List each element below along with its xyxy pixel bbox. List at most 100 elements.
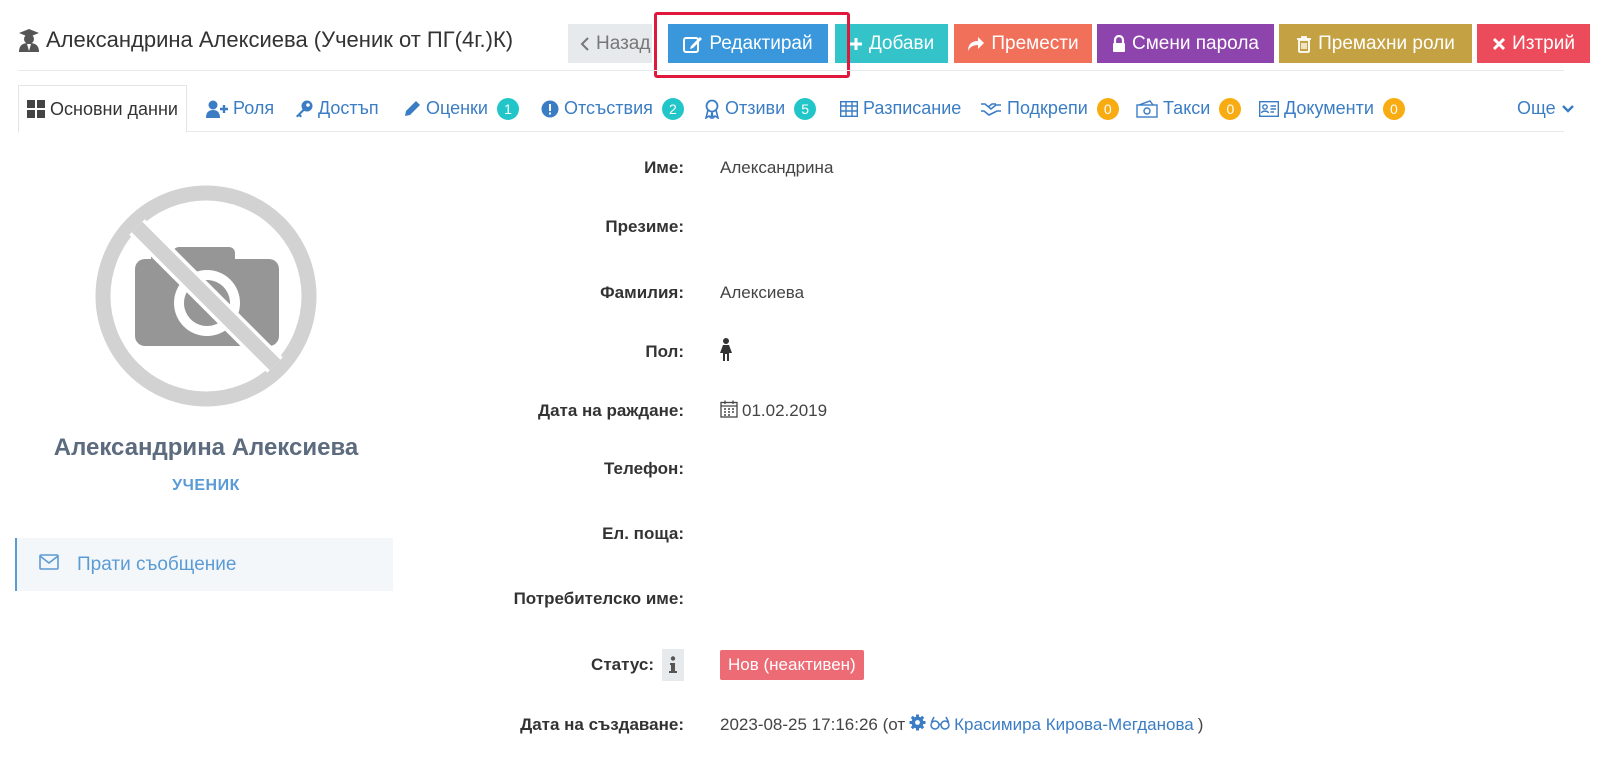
trash-icon <box>1296 35 1312 53</box>
share-arrow-icon <box>967 36 985 52</box>
grades-count-badge: 1 <box>497 97 519 120</box>
edit-icon <box>683 34 703 54</box>
first-name-value: Александрина <box>720 158 834 177</box>
support-count-badge: 0 <box>1096 97 1119 120</box>
key-icon <box>295 100 313 118</box>
tab-documents[interactable]: Документи 0 <box>1259 85 1405 132</box>
header-divider <box>18 70 1564 71</box>
id-card-icon <box>1259 100 1279 117</box>
handshake-icon <box>980 101 1002 117</box>
tab-more[interactable]: Още <box>1517 85 1575 132</box>
created-value: 2023-08-25 17:16:26 (от Красимира Кирова… <box>720 710 1203 740</box>
tab-label: Документи <box>1284 98 1374 118</box>
detail-birth-date: Дата на раждане: 01.02.2019 <box>0 396 1600 426</box>
tab-access[interactable]: Достъп <box>295 85 379 132</box>
delete-button-label: Изтрий <box>1512 32 1575 54</box>
info-icon[interactable] <box>662 649 684 681</box>
gender-value <box>720 337 732 367</box>
tab-role[interactable]: Роля <box>206 85 274 132</box>
detail-email: Ел. поща: <box>0 519 1600 549</box>
tab-absences[interactable]: Отсъствия 2 <box>541 85 684 132</box>
tab-label: Достъп <box>318 98 379 118</box>
fees-count-badge: 0 <box>1219 97 1242 120</box>
detail-middle-name: Презиме: <box>0 212 1600 242</box>
status-badge: Нов (неактивен) <box>720 650 864 680</box>
close-icon <box>1492 37 1506 51</box>
edit-button[interactable]: Редактирай <box>668 24 828 63</box>
status-value: Нов (неактивен) <box>720 650 864 680</box>
page-header: Александрина Алексиева (Ученик от ПГ(4г.… <box>0 0 1604 78</box>
delete-button[interactable]: Изтрий <box>1477 24 1590 63</box>
move-button-label: Премести <box>991 32 1079 54</box>
detail-created: Дата на създаване: 2023-08-25 17:16:26 (… <box>0 710 1600 740</box>
student-icon <box>18 28 40 52</box>
field-label: Дата на раждане: <box>537 401 684 420</box>
detail-phone: Телефон: <box>0 454 1600 484</box>
field-label: Име: <box>644 158 684 177</box>
glasses-icon <box>930 715 950 735</box>
field-label: Фамилия: <box>600 283 684 302</box>
chevron-left-icon <box>580 36 590 52</box>
field-label: Пол: <box>645 342 684 361</box>
add-button-label: Добави <box>868 32 935 54</box>
grid-icon <box>27 100 45 118</box>
tab-label: Отзиви <box>725 98 786 118</box>
field-label: Презиме: <box>605 217 684 236</box>
tab-label: Такси <box>1163 98 1211 118</box>
field-label: Ел. поща: <box>602 524 684 543</box>
remove-roles-button[interactable]: Премахни роли <box>1279 24 1472 63</box>
page-title: Александрина Алексиева (Ученик от ПГ(4г.… <box>18 24 513 56</box>
back-button[interactable]: Назад <box>568 24 652 63</box>
tab-label: Роля <box>233 98 275 118</box>
lock-icon <box>1112 34 1126 53</box>
gear-icon <box>909 714 926 736</box>
tab-label: Подкрепи <box>1007 98 1088 118</box>
change-password-label: Смени парола <box>1132 32 1259 54</box>
documents-count-badge: 0 <box>1382 97 1405 120</box>
detail-gender: Пол: <box>0 337 1600 367</box>
field-label: Потребителско име: <box>513 589 684 608</box>
tab-label: Оценки <box>426 98 488 118</box>
female-icon <box>720 337 732 367</box>
tab-label: Основни данни <box>50 98 178 119</box>
envelope-icon <box>39 553 59 576</box>
calendar-icon <box>720 400 738 423</box>
page-title-text: Александрина Алексиева (Ученик от ПГ(4г.… <box>46 27 514 52</box>
status-label-wrap: Статус: <box>591 649 684 681</box>
absences-count-badge: 2 <box>661 97 684 120</box>
move-button[interactable]: Премести <box>954 24 1092 63</box>
detail-username: Потребителско име: <box>0 584 1600 614</box>
send-message-label: Прати съобщение <box>77 553 237 575</box>
tab-fees[interactable]: Такси 0 <box>1136 85 1242 132</box>
change-password-button[interactable]: Смени парола <box>1097 24 1274 63</box>
tab-label: Разписание <box>863 98 962 118</box>
remove-roles-label: Премахни роли <box>1318 32 1455 54</box>
created-suffix: ) <box>1197 715 1204 734</box>
tab-support[interactable]: Подкрепи 0 <box>980 85 1119 132</box>
table-icon <box>840 100 858 117</box>
detail-status: Статус: Нов (неактивен) <box>0 649 1600 681</box>
creator-link[interactable]: Красимира Кирова-Мегданова <box>954 715 1194 735</box>
exclamation-circle-icon <box>541 100 559 118</box>
field-label: Телефон: <box>604 459 684 478</box>
last-name-value: Алексиева <box>720 283 805 302</box>
detail-first-name: Име: Александрина <box>0 153 1600 183</box>
add-button[interactable]: Добави <box>835 24 948 63</box>
plus-icon <box>849 37 863 51</box>
tab-grades[interactable]: Оценки 1 <box>403 85 519 132</box>
birth-date-value: 01.02.2019 <box>720 396 827 426</box>
tab-basic-data[interactable]: Основни данни <box>18 85 187 133</box>
profile-tabs: Основни данни Роля Достъп Оценки 1 Отсъс… <box>18 85 1574 133</box>
money-icon <box>1136 99 1158 118</box>
tab-label: Отсъствия <box>564 98 653 118</box>
edit-button-label: Редактирай <box>709 32 813 54</box>
created-datetime: 2023-08-25 17:16:26 (от <box>720 715 906 734</box>
user-plus-icon <box>206 100 228 118</box>
award-icon <box>704 99 720 119</box>
tab-schedule[interactable]: Разписание <box>840 85 961 132</box>
tab-reviews[interactable]: Отзиви 5 <box>704 85 817 132</box>
field-label: Дата на създаване: <box>520 715 684 734</box>
birth-date-text: 01.02.2019 <box>742 401 828 420</box>
chevron-down-icon <box>1561 103 1575 115</box>
field-label: Статус: <box>591 655 654 674</box>
